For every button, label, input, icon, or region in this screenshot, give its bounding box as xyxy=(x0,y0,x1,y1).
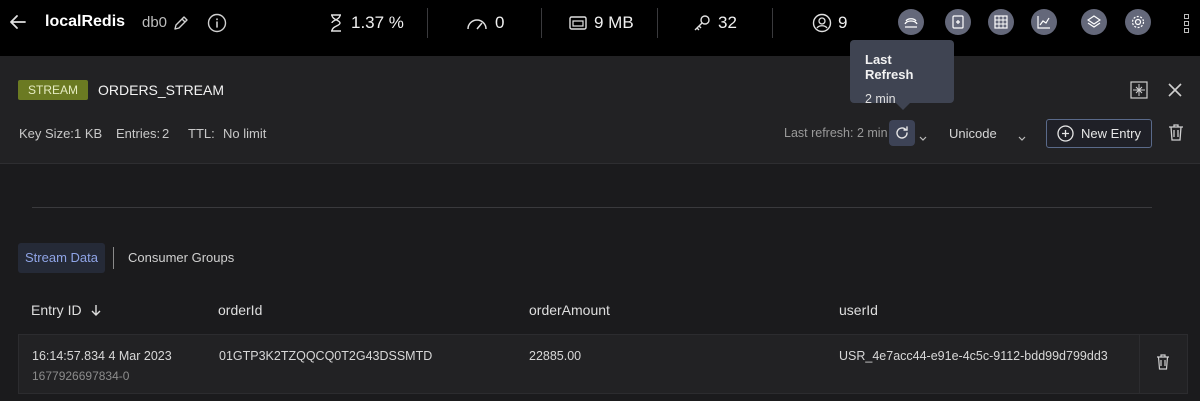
speedometer-icon xyxy=(467,19,487,30)
analytics-button[interactable] xyxy=(1031,9,1057,35)
tooltip-title: Last Refresh xyxy=(865,52,914,82)
section-divider xyxy=(32,207,1152,208)
database-index: db0 xyxy=(142,14,168,31)
pencil-icon[interactable] xyxy=(172,14,190,32)
auto-refresh-chevron-icon[interactable] xyxy=(918,130,928,141)
bulk-actions-icon xyxy=(952,15,964,29)
analytics-icon xyxy=(1037,16,1050,29)
column-header-orderamount: orderAmount xyxy=(529,302,610,318)
column-header-label: Entry ID xyxy=(31,302,82,318)
expand-icon[interactable] xyxy=(1130,81,1148,99)
browser-button[interactable] xyxy=(988,9,1014,35)
ttl-label: TTL: xyxy=(188,126,215,141)
trash-icon xyxy=(1169,124,1183,141)
user-circle-icon xyxy=(812,13,832,33)
new-entry-button[interactable]: New Entry xyxy=(1046,119,1152,148)
key-size-label: Key Size: xyxy=(19,126,74,141)
key-icon xyxy=(694,15,710,31)
stat-divider xyxy=(657,8,658,38)
cell-orderid: 01GTP3K2TZQQCQ0T2G43DSSMTD xyxy=(219,349,433,363)
stat-divider xyxy=(427,8,428,38)
ops-stat: 0 xyxy=(465,12,504,34)
cpu-stat: 1.37 % xyxy=(327,12,404,34)
workbench-icon xyxy=(904,18,918,28)
ops-value: 0 xyxy=(495,13,505,32)
back-arrow-icon[interactable] xyxy=(8,12,28,32)
bulk-actions-button[interactable] xyxy=(945,9,971,35)
layers-icon xyxy=(1087,15,1101,28)
format-select[interactable]: Unicode xyxy=(949,126,997,141)
entries-value: 2 xyxy=(162,126,170,141)
delete-key-button[interactable] xyxy=(1167,122,1185,142)
refresh-button[interactable] xyxy=(889,120,915,146)
key-type-badge: STREAM xyxy=(18,80,89,100)
last-refresh-label: Last refresh: 2 min xyxy=(784,126,888,140)
gear-icon xyxy=(1131,15,1145,29)
sort-down-arrow-icon xyxy=(91,305,101,316)
column-header-orderid: orderId xyxy=(218,302,263,318)
stat-divider xyxy=(541,8,542,38)
layers-button[interactable] xyxy=(1081,9,1107,35)
clients-value: 9 xyxy=(838,13,848,32)
ttl-value: No limit xyxy=(223,126,267,141)
cell-orderamount: 22885.00 xyxy=(529,349,582,363)
tab-separator xyxy=(113,247,114,269)
plus-circle-icon xyxy=(1057,125,1074,142)
info-icon[interactable] xyxy=(207,13,227,33)
column-header-userid: userId xyxy=(839,302,878,318)
format-chevron-icon[interactable] xyxy=(1017,130,1027,141)
clients-stat: 9 xyxy=(812,12,847,34)
tab-consumer-groups[interactable]: Consumer Groups xyxy=(128,250,234,265)
top-bar: localRedis db0 1.37 % 0 9 MB 32 9 xyxy=(0,0,1200,56)
workbench-button[interactable] xyxy=(898,9,924,35)
kebab-icon[interactable] xyxy=(1183,14,1191,36)
last-refresh-tooltip: Last Refresh 2 min xyxy=(850,40,954,110)
key-name: ORDERS_STREAM xyxy=(98,82,225,98)
database-name: localRedis xyxy=(45,13,126,30)
key-details-panel: STREAM ORDERS_STREAM Key Size: 1 KB Entr… xyxy=(0,56,1200,164)
memory-value: 9 MB xyxy=(594,13,634,32)
cpu-value: 1.37 % xyxy=(351,13,404,32)
stat-divider xyxy=(772,8,773,38)
delete-entry-button[interactable] xyxy=(1155,353,1171,371)
refresh-icon xyxy=(896,126,908,139)
close-icon[interactable] xyxy=(1166,81,1184,99)
keys-stat: 32 xyxy=(692,12,737,34)
cell-userid: USR_4e7acc44-e91e-4c5c-9112-bdd99d799dd3 xyxy=(839,349,1108,363)
entry-id: 1677926697834-0 xyxy=(32,369,130,383)
trash-icon xyxy=(1157,354,1169,370)
browser-icon xyxy=(994,15,1008,29)
hourglass-icon xyxy=(331,14,341,32)
column-header-entry-id[interactable]: Entry ID xyxy=(31,302,102,318)
new-entry-label: New Entry xyxy=(1081,126,1141,141)
tooltip-value: 2 min xyxy=(865,92,896,106)
entry-timestamp: 16:14:57.834 4 Mar 2023 xyxy=(32,349,172,363)
entries-label: Entries: xyxy=(116,126,161,141)
memory-stat: 9 MB xyxy=(568,12,634,34)
row-action-divider xyxy=(1139,335,1140,393)
tab-stream-data[interactable]: Stream Data xyxy=(18,243,105,273)
memory-chip-icon xyxy=(569,16,587,30)
settings-button[interactable] xyxy=(1125,9,1151,35)
key-size-value: 1 KB xyxy=(74,126,103,141)
keys-value: 32 xyxy=(718,13,737,32)
table-row: 16:14:57.834 4 Mar 2023 1677926697834-0 … xyxy=(18,334,1188,394)
